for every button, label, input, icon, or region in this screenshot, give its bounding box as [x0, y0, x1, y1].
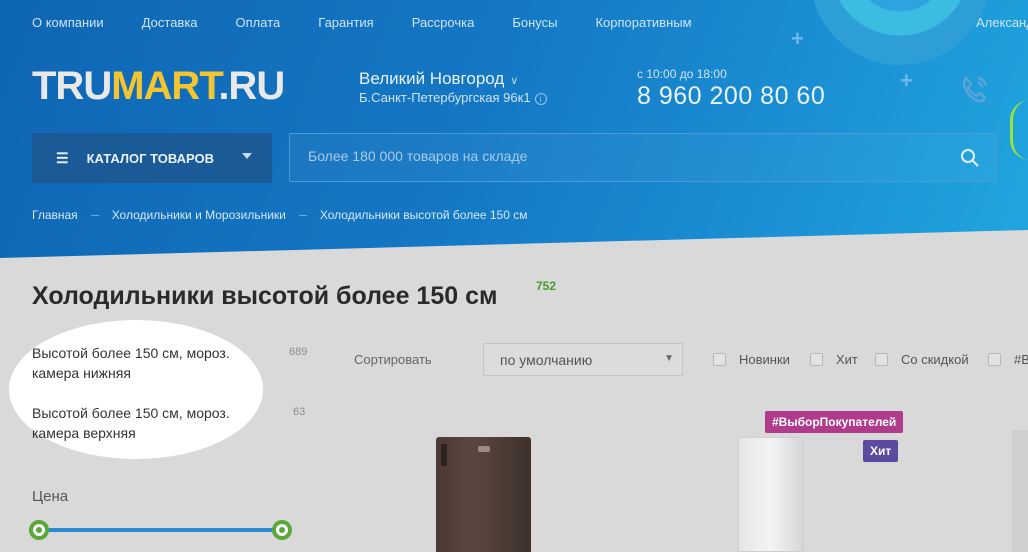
decorative-plus-icon: + [900, 68, 913, 93]
search-icon[interactable] [960, 148, 980, 168]
chevron-down-icon: ▼ [664, 353, 674, 364]
breadcrumb-current: Холодильники высотой более 150 см [319, 208, 528, 222]
nav-bonuses[interactable]: Бонусы [512, 15, 557, 30]
logo[interactable]: TRUMART.RU [32, 64, 285, 109]
menu-icon: ☰ [56, 149, 69, 166]
city-selector[interactable]: Великий Новгород ∨ [359, 69, 518, 89]
checkbox-new[interactable]: Новинки [713, 352, 790, 367]
chevron-down-icon: ∨ [510, 75, 519, 87]
decorative-arc [1010, 100, 1028, 160]
product-count: 752 [536, 279, 557, 293]
info-icon[interactable]: i [534, 93, 547, 105]
checkbox-label: Новинки [739, 352, 790, 367]
handle-dot [279, 527, 285, 533]
breadcrumb-separator [298, 214, 307, 216]
price-slider-max-handle[interactable] [272, 520, 292, 540]
checkbox-label: #В [1014, 352, 1028, 367]
filter-count: 689 [289, 346, 308, 358]
nav-about[interactable]: О компании [32, 15, 104, 30]
filter-count: 63 [293, 406, 306, 418]
sort-select[interactable]: по умолчанию ▼ [483, 343, 683, 376]
store-address: Б.Санкт-Петербургская 96к1 i [359, 90, 547, 105]
nav-warranty[interactable]: Гарантия [318, 15, 373, 30]
fridge-logo [478, 446, 490, 452]
logo-part-tru: TRU [32, 64, 112, 108]
search-input[interactable] [308, 148, 928, 164]
decorative-plus-icon: + [791, 26, 804, 51]
phone-number[interactable]: 8 960 200 80 60 [637, 82, 825, 111]
logo-part-ru: .RU [218, 64, 285, 108]
phone-icon[interactable] [958, 72, 992, 106]
checkbox-box[interactable] [810, 353, 823, 366]
working-hours: с 10:00 до 18:00 [637, 67, 727, 81]
checkbox-box[interactable] [875, 353, 888, 366]
checkbox-discount[interactable]: Со скидкой [875, 352, 969, 367]
checkbox-label: Хит [836, 352, 858, 367]
nav-payment[interactable]: Оплата [236, 15, 281, 30]
page-title: Холодильники высотой более 150 см [32, 282, 498, 310]
price-filter-label: Цена [32, 488, 69, 505]
city-name: Великий Новгород [359, 69, 505, 88]
address-text: Б.Санкт-Петербургская 96к1 [359, 90, 531, 105]
nav-installments[interactable]: Рассрочка [412, 15, 475, 30]
price-slider-track[interactable] [40, 528, 283, 532]
catalog-button[interactable]: ☰ КАТАЛОГ ТОВАРОВ [32, 133, 272, 183]
top-nav: О компании Доставка Оплата Гарантия Расс… [32, 15, 730, 30]
checkbox-hit[interactable]: Хит [810, 352, 858, 367]
user-account-link[interactable]: Александ [976, 15, 1028, 30]
filter-top-freezer[interactable]: Высотой более 150 см, мороз. камера верх… [32, 403, 262, 443]
breadcrumb: Главная Холодильники и Морозильники Холо… [32, 208, 527, 222]
decorative-circle [810, 0, 990, 65]
caret-down-icon [242, 153, 252, 159]
fridge-handle [441, 444, 447, 466]
product-image[interactable] [436, 437, 531, 552]
badge-hit: Хит [863, 440, 899, 462]
filter-bottom-freezer[interactable]: Высотой более 150 см, мороз. камера нижн… [32, 343, 262, 383]
logo-part-mart: MART [111, 64, 219, 108]
checkbox-label: Со скидкой [901, 352, 969, 367]
checkbox-more[interactable]: #В [988, 352, 1028, 367]
breadcrumb-separator [90, 214, 99, 216]
breadcrumb-home[interactable]: Главная [32, 208, 78, 222]
sort-label: Сортировать [354, 352, 432, 367]
checkbox-box[interactable] [988, 353, 1001, 366]
price-slider-min-handle[interactable] [29, 520, 49, 540]
product-image[interactable] [1012, 430, 1028, 552]
badge-buyers-choice: #ВыборПокупателей [765, 411, 904, 433]
breadcrumb-refrigerators[interactable]: Холодильники и Морозильники [112, 208, 286, 222]
nav-corporate[interactable]: Корпоративным [595, 15, 691, 30]
handle-dot [36, 527, 42, 533]
product-image[interactable] [738, 437, 804, 552]
catalog-button-label: КАТАЛОГ ТОВАРОВ [86, 150, 214, 166]
sort-selected-value: по умолчанию [500, 352, 593, 368]
nav-delivery[interactable]: Доставка [142, 15, 198, 30]
checkbox-box[interactable] [713, 353, 726, 366]
search-bar [289, 133, 997, 182]
